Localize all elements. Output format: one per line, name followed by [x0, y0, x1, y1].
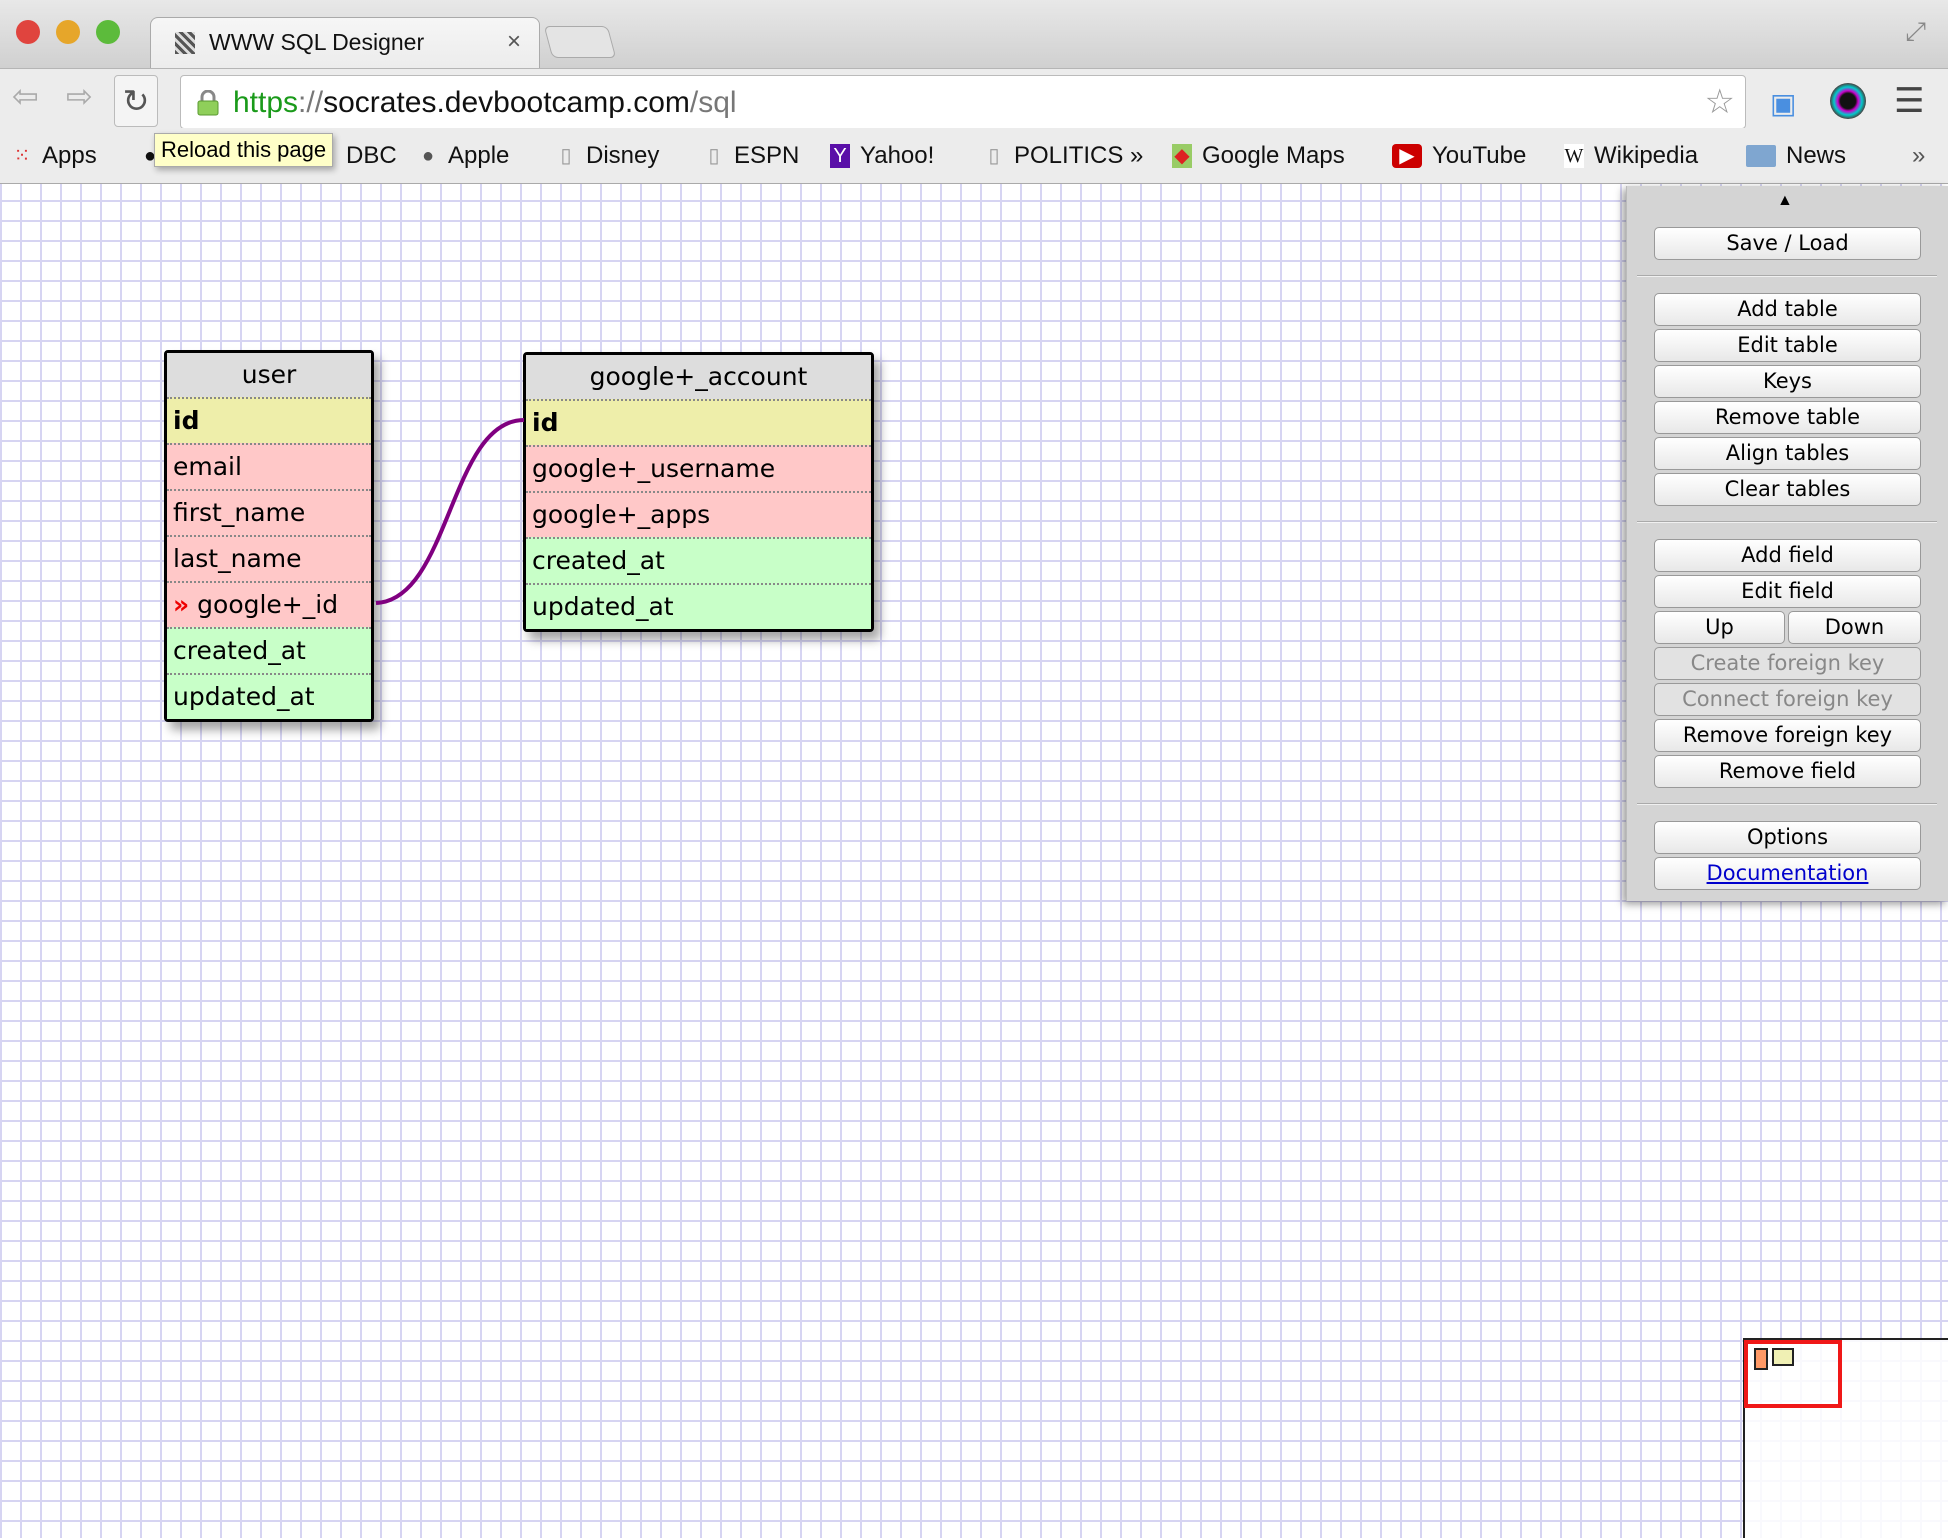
page-icon: ▯ — [988, 145, 1000, 167]
bookmarks-overflow-button[interactable]: » — [1912, 142, 1925, 170]
browser-titlebar: WWW SQL Designer × ⤢ — [0, 0, 1948, 68]
documentation-link[interactable]: Documentation — [1654, 857, 1921, 890]
field-row[interactable]: created_at — [167, 627, 371, 673]
field-row[interactable]: first_name — [167, 489, 371, 535]
page-icon: ▯ — [708, 145, 720, 167]
bookmark-disney[interactable]: ▯ Disney — [556, 142, 659, 170]
clear-tables-button[interactable]: Clear tables — [1654, 473, 1921, 506]
remove-field-button[interactable]: Remove field — [1654, 755, 1921, 788]
tab-title: WWW SQL Designer — [209, 29, 425, 55]
page-icon: ▯ — [560, 145, 572, 167]
bookmark-apple[interactable]: ● Apple — [418, 142, 509, 170]
field-row[interactable]: email — [167, 443, 371, 489]
align-tables-button[interactable]: Align tables — [1654, 437, 1921, 470]
divider — [1637, 275, 1937, 277]
add-table-button[interactable]: Add table — [1654, 293, 1921, 326]
divider — [1637, 803, 1937, 805]
forward-icon[interactable]: ⇨ — [66, 77, 93, 115]
field-row[interactable]: google+_username — [526, 445, 871, 491]
fullscreen-icon[interactable]: ⤢ — [1905, 16, 1926, 48]
bookmark-news[interactable]: News — [1746, 142, 1846, 170]
reload-button[interactable]: ↻ — [114, 75, 158, 127]
field-row[interactable]: created_at — [526, 537, 871, 583]
minimap-viewport[interactable] — [1744, 1340, 1842, 1408]
camera-extension-icon[interactable] — [1830, 83, 1866, 119]
sidebar-controls: ▲ Save / Load Add table Edit table Keys … — [1626, 186, 1948, 901]
foreign-key-icon: » — [173, 590, 190, 619]
table-title: user — [167, 353, 371, 397]
options-button[interactable]: Options — [1654, 821, 1921, 854]
yahoo-icon: Y — [830, 144, 850, 168]
lock-icon — [197, 90, 219, 116]
folder-icon — [1746, 145, 1776, 167]
bookmark-espn[interactable]: ▯ ESPN — [704, 142, 799, 170]
tooltip: Reload this page — [154, 133, 334, 167]
field-row[interactable]: id — [526, 399, 871, 445]
apple-icon: ● — [421, 145, 435, 167]
field-row[interactable]: updated_at — [526, 583, 871, 629]
apps-grid-icon: ⁙ — [13, 145, 31, 167]
bookmark-politics[interactable]: ▯ POLITICS » — [984, 142, 1143, 170]
edit-field-button[interactable]: Edit field — [1654, 575, 1921, 608]
minimize-window-button[interactable] — [56, 20, 80, 44]
remove-foreign-key-button[interactable]: Remove foreign key — [1654, 719, 1921, 752]
maps-icon: ◆ — [1172, 144, 1192, 168]
field-row[interactable]: last_name — [167, 535, 371, 581]
bookmark-apps[interactable]: ⁙ Apps — [12, 142, 97, 170]
field-row[interactable]: google+_apps — [526, 491, 871, 537]
down-button[interactable]: Down — [1788, 611, 1921, 644]
create-foreign-key-button[interactable]: Create foreign key — [1654, 647, 1921, 680]
edit-table-button[interactable]: Edit table — [1654, 329, 1921, 362]
divider — [1637, 521, 1937, 523]
address-bar[interactable]: https://socrates.devbootcamp.com/sql ☆ — [180, 75, 1746, 129]
menu-icon[interactable]: ☰ — [1894, 81, 1924, 121]
connect-foreign-key-button[interactable]: Connect foreign key — [1654, 683, 1921, 716]
tab-close-icon[interactable]: × — [507, 28, 521, 56]
field-row[interactable]: id — [167, 397, 371, 443]
field-row[interactable]: » google+_id — [167, 581, 371, 627]
collapse-arrow-icon[interactable]: ▲ — [1777, 192, 1793, 210]
url-text[interactable]: https://socrates.devbootcamp.com/sql — [233, 86, 737, 120]
bookmark-google-maps[interactable]: ◆ Google Maps — [1172, 142, 1345, 170]
remove-table-button[interactable]: Remove table — [1654, 401, 1921, 434]
bookmark-star-icon[interactable]: ☆ — [1705, 82, 1735, 122]
up-button[interactable]: Up — [1654, 611, 1785, 644]
browser-tab[interactable]: WWW SQL Designer × — [150, 17, 540, 68]
field-row[interactable]: updated_at — [167, 673, 371, 719]
wikipedia-icon: W — [1564, 144, 1584, 168]
bookmark-youtube[interactable]: ▶ YouTube — [1392, 142, 1526, 170]
youtube-icon: ▶ — [1392, 144, 1422, 168]
favicon-icon — [175, 32, 195, 54]
zoom-window-button[interactable] — [96, 20, 120, 44]
new-tab-button[interactable] — [543, 26, 617, 58]
close-window-button[interactable] — [16, 20, 40, 44]
save-load-button[interactable]: Save / Load — [1654, 227, 1921, 260]
back-icon[interactable]: ⇦ — [12, 77, 39, 115]
bookmark-yahoo[interactable]: Y Yahoo! — [830, 142, 934, 170]
table-google-account[interactable]: google+_account id google+_username goog… — [523, 352, 874, 632]
bookmark-wikipedia[interactable]: W Wikipedia — [1564, 142, 1698, 170]
browser-toolbar: ⇦ ⇨ ↻ https://socrates.devbootcamp.com/s… — [0, 68, 1948, 129]
table-title: google+_account — [526, 355, 871, 399]
table-user[interactable]: user id email first_name last_name » goog… — [164, 350, 374, 722]
speed-dial-icon[interactable]: ▣ — [1770, 87, 1796, 120]
keys-button[interactable]: Keys — [1654, 365, 1921, 398]
add-field-button[interactable]: Add field — [1654, 539, 1921, 572]
